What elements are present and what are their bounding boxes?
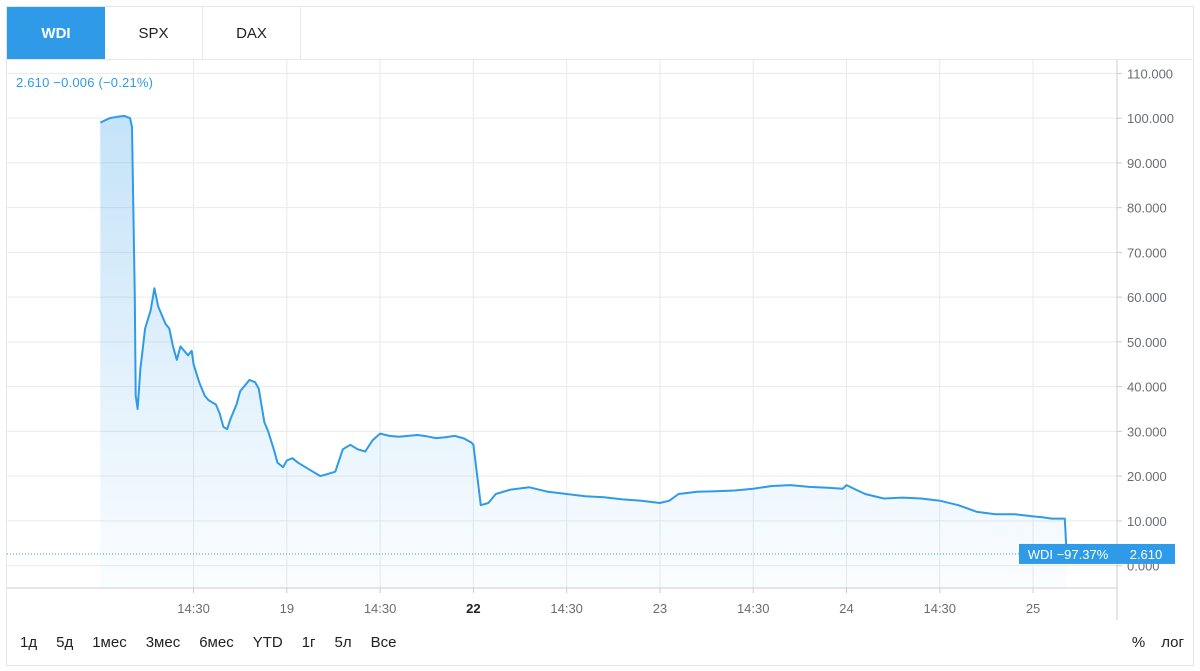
y-tick-label: 20.000 <box>1127 469 1167 484</box>
y-tick-label: 90.000 <box>1127 156 1167 171</box>
x-tick-label: 19 <box>280 601 294 616</box>
range-3m[interactable]: 3мес <box>146 634 181 651</box>
x-axis: 14:30 19 14:30 22 14:30 23 14:30 24 14:30 25 <box>7 587 1117 616</box>
y-axis: 0.00010.00020.00030.00040.00050.00060.00… <box>1116 60 1174 620</box>
x-tick-label: 25 <box>1026 601 1040 616</box>
y-tick-label: 60.000 <box>1127 290 1167 305</box>
price-legend: 2.610 −0.006 (−0.21%) <box>16 75 154 90</box>
log-toggle[interactable]: лог <box>1161 634 1184 651</box>
y-tick-label: 50.000 <box>1127 335 1167 350</box>
x-tick-label: 14:30 <box>550 601 583 616</box>
last-price-value-text: 2.610 <box>1130 547 1163 562</box>
range-1d[interactable]: 1д <box>20 634 37 651</box>
y-tick-label: 70.000 <box>1127 245 1167 260</box>
range-selector: 1д 5д 1мес 3мес 6мес YTD 1г 5л Все <box>20 634 416 651</box>
x-tick-label: 22 <box>466 601 480 616</box>
range-ytd[interactable]: YTD <box>253 634 283 651</box>
x-tick-label: 14:30 <box>737 601 770 616</box>
x-tick-label: 23 <box>653 601 667 616</box>
range-5y[interactable]: 5л <box>335 634 352 651</box>
y-tick-label: 10.000 <box>1127 514 1167 529</box>
range-6m[interactable]: 6мес <box>199 634 234 651</box>
percent-toggle[interactable]: % <box>1132 634 1145 651</box>
x-tick-label: 14:30 <box>364 601 397 616</box>
scale-options: % лог <box>1132 634 1184 651</box>
y-tick-label: 40.000 <box>1127 380 1167 395</box>
last-price-name-text: WDI −97.37% <box>1028 547 1109 562</box>
range-1y[interactable]: 1г <box>302 634 316 651</box>
x-tick-label: 24 <box>839 601 853 616</box>
chart-plot <box>7 114 1117 589</box>
last-price-label: WDI −97.37% 2.610 <box>1019 543 1175 564</box>
range-all[interactable]: Все <box>371 634 397 651</box>
range-5d[interactable]: 5д <box>56 634 73 651</box>
price-chart[interactable]: 0.00010.00020.00030.00040.00050.00060.00… <box>0 0 1200 671</box>
y-tick-label: 80.000 <box>1127 201 1167 216</box>
range-1m[interactable]: 1мес <box>92 634 127 651</box>
y-tick-label: 30.000 <box>1127 424 1167 439</box>
series-area <box>100 115 1067 589</box>
x-tick-label: 14:30 <box>177 601 210 616</box>
y-tick-label: 100.000 <box>1127 111 1174 126</box>
y-tick-label: 110.000 <box>1127 66 1173 81</box>
x-tick-label: 14:30 <box>923 601 956 616</box>
